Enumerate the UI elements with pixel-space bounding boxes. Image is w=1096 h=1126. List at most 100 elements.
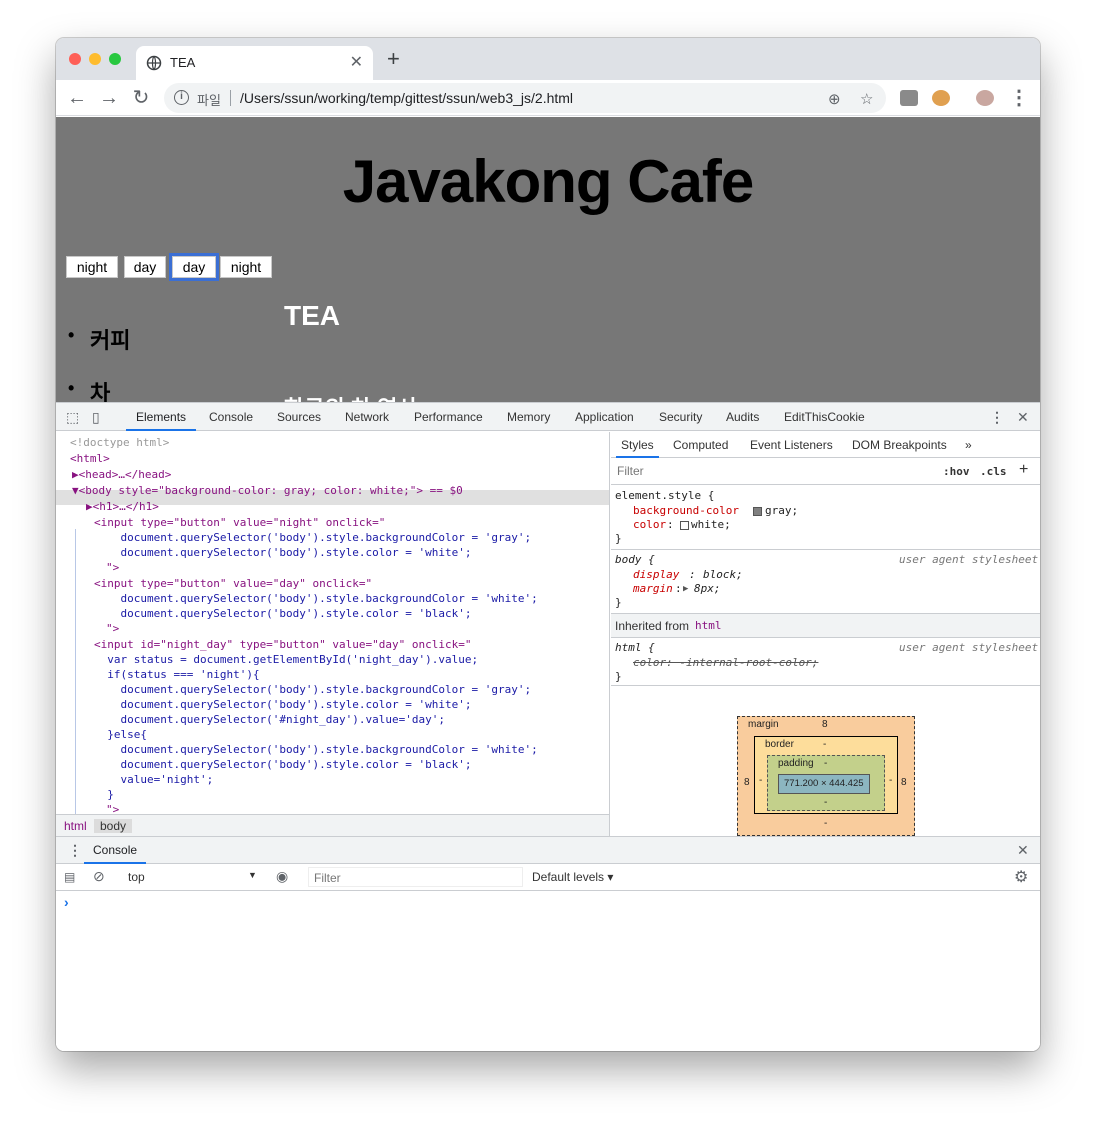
code-line[interactable]: document.querySelector('body').style.col…	[94, 757, 471, 772]
code-line[interactable]: <input type="button" value="night" oncli…	[94, 515, 385, 530]
address-bar[interactable]: i 파일 /Users/ssun/working/temp/gittest/ss…	[164, 83, 886, 113]
hover-state-toggle[interactable]: :hov	[943, 465, 970, 478]
night-button[interactable]: night	[66, 256, 118, 278]
devtools-tab-bar: ⬚ ▯ Elements Console Sources Network Per…	[56, 403, 1040, 431]
code-line[interactable]: ">	[106, 621, 119, 636]
box-model-margin[interactable]: margin 8 8 8 - border - - - padding - - …	[737, 716, 915, 836]
box-model-padding[interactable]: padding - - 771.200 × 444.425	[767, 755, 885, 811]
tab-network[interactable]: Network	[345, 410, 389, 424]
bookmark-star-icon[interactable]: ☆	[860, 90, 873, 108]
code-line[interactable]: document.querySelector('body').style.col…	[94, 606, 471, 621]
code-line[interactable]: ▶<h1>…</h1>	[86, 499, 159, 514]
forward-button[interactable]: →	[96, 85, 122, 111]
code-line[interactable]: ">	[106, 560, 119, 575]
day-button[interactable]: day	[124, 256, 166, 278]
show-sidebar-icon[interactable]: ▤	[64, 870, 75, 884]
tab-audits[interactable]: Audits	[726, 410, 759, 424]
prop-name[interactable]: color	[633, 518, 666, 532]
code-line[interactable]: ▶<head>…</head>	[72, 467, 171, 482]
code-line[interactable]: document.querySelector('body').style.col…	[94, 545, 471, 560]
devtools-menu-icon[interactable]: ⋮	[990, 409, 1004, 426]
extension-ex-icon[interactable]	[900, 90, 918, 106]
inspect-element-icon[interactable]: ⬚	[66, 409, 79, 426]
color-swatch[interactable]	[753, 507, 762, 516]
code-line[interactable]: if(status === 'night'){	[94, 667, 259, 682]
box-model-content[interactable]: 771.200 × 444.425	[778, 774, 870, 794]
back-button[interactable]: ←	[64, 85, 90, 111]
context-selector[interactable]: top	[128, 870, 145, 884]
tab-sources[interactable]: Sources	[277, 410, 321, 424]
context-dropdown-icon[interactable]: ▼	[248, 870, 257, 880]
tab-event-listeners[interactable]: Event Listeners	[750, 438, 833, 452]
code-line[interactable]: document.querySelector('body').style.col…	[94, 697, 471, 712]
more-tabs-icon[interactable]: »	[965, 438, 972, 452]
tab-editthiscookie[interactable]: EditThisCookie	[784, 410, 865, 424]
code-line[interactable]: document.querySelector('body').style.bac…	[94, 682, 531, 697]
close-drawer-icon[interactable]: ✕	[1017, 842, 1029, 859]
drawer-menu-icon[interactable]: ⋮	[68, 842, 82, 859]
prop-value[interactable]: white;	[691, 518, 731, 532]
night-day-toggle-button[interactable]: day	[169, 253, 219, 281]
minimize-window-button[interactable]	[89, 53, 101, 65]
tab-dom-breakpoints[interactable]: DOM Breakpoints	[852, 438, 947, 452]
breadcrumb-html[interactable]: html	[58, 819, 93, 833]
tab-computed[interactable]: Computed	[673, 438, 728, 452]
code-line[interactable]: document.querySelector('body').style.bac…	[94, 742, 537, 757]
console-prompt[interactable]: ›	[64, 894, 69, 910]
zoom-icon[interactable]: ⊕	[828, 90, 841, 108]
console-settings-gear-icon[interactable]: ⚙	[1014, 867, 1028, 887]
code-line[interactable]: <input type="button" value="day" onclick…	[94, 576, 372, 591]
code-line[interactable]: }	[94, 787, 114, 802]
drawer-tab-console[interactable]: Console	[93, 843, 137, 857]
prop-value: block;	[703, 568, 743, 581]
color-swatch[interactable]	[680, 521, 689, 530]
log-levels-dropdown[interactable]: Default levels ▾	[532, 870, 613, 884]
prop-value[interactable]: gray;	[765, 504, 798, 518]
code-line[interactable]: <!doctype html>	[70, 435, 169, 450]
list-item-tea[interactable]: 차	[68, 376, 111, 402]
expand-triangle-icon[interactable]: ▶	[683, 582, 688, 596]
live-expression-eye-icon[interactable]: ◉	[276, 868, 288, 885]
class-toggle[interactable]: .cls	[980, 465, 1007, 478]
reload-button[interactable]: ↻	[128, 85, 154, 111]
close-devtools-icon[interactable]: ✕	[1017, 409, 1029, 426]
close-window-button[interactable]	[69, 53, 81, 65]
add-rule-icon[interactable]: +	[1019, 461, 1028, 479]
code-line[interactable]: var status = document.getElementById('ni…	[94, 652, 478, 667]
device-toolbar-icon[interactable]: ▯	[92, 409, 100, 426]
code-line[interactable]: }else{	[94, 727, 147, 742]
list-item-coffee[interactable]: 커피	[68, 323, 131, 355]
new-tab-button[interactable]: +	[387, 48, 400, 70]
clear-console-icon[interactable]: ⊘	[93, 868, 105, 885]
tab-performance[interactable]: Performance	[414, 410, 483, 424]
code-line[interactable]: <html>	[70, 451, 110, 466]
night-button-2[interactable]: night	[220, 256, 272, 278]
breadcrumb-body[interactable]: body	[94, 819, 133, 833]
profile-avatar[interactable]	[976, 90, 994, 106]
url-text[interactable]: /Users/ssun/working/temp/gittest/ssun/we…	[240, 90, 573, 106]
tab-memory[interactable]: Memory	[507, 410, 550, 424]
code-line[interactable]: document.querySelector('body').style.bac…	[94, 591, 537, 606]
menu-kebab-icon[interactable]: ⋮	[1006, 85, 1032, 111]
tab-security[interactable]: Security	[659, 410, 702, 424]
tab-application[interactable]: Application	[575, 410, 634, 424]
code-line[interactable]: value='night';	[94, 772, 213, 787]
browser-tab[interactable]: TEA ✕	[136, 46, 373, 80]
zoom-window-button[interactable]	[109, 53, 121, 65]
code-line-body-selected[interactable]: ▼<body style="background-color: gray; co…	[72, 483, 463, 498]
close-tab-icon[interactable]: ✕	[350, 52, 363, 72]
info-icon[interactable]: i	[174, 90, 189, 105]
styles-filter-input[interactable]: Filter	[613, 462, 931, 481]
tab-styles[interactable]: Styles	[616, 438, 659, 458]
tab-elements[interactable]: Elements	[125, 410, 197, 431]
prop-name[interactable]: background-color	[633, 504, 739, 518]
tab-console[interactable]: Console	[209, 410, 253, 424]
code-line[interactable]: <input id="night_day" type="button" valu…	[94, 637, 472, 652]
code-line[interactable]: document.querySelector('body').style.bac…	[94, 530, 531, 545]
console-filter-input[interactable]: Filter	[308, 867, 523, 887]
inherited-tag[interactable]: html	[695, 619, 722, 633]
code-line[interactable]: document.querySelector('#night_day').val…	[94, 712, 445, 727]
cookie-extension-icon[interactable]	[932, 90, 950, 106]
code-line[interactable]: ">	[106, 802, 119, 814]
box-model-border[interactable]: border - - - padding - - 771.200 × 444.4…	[754, 736, 898, 814]
